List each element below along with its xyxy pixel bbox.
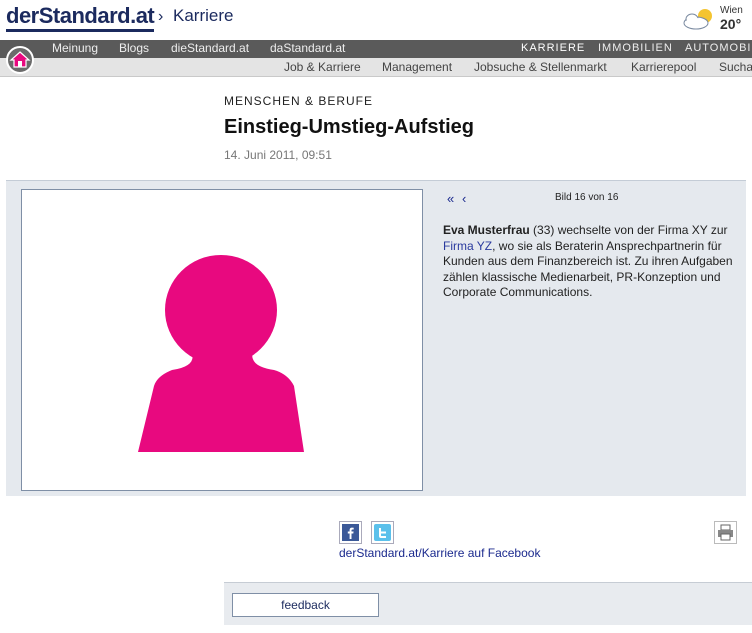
feedback-bar: feedback [224, 582, 752, 625]
gallery-caption: Eva Musterfrau (33) wechselte von der Fi… [443, 223, 738, 301]
nav-karriere[interactable]: KARRIERE [521, 42, 585, 54]
breadcrumb-karriere[interactable]: Karriere [173, 6, 233, 26]
article-title: Einstieg-Umstieg-Aufstieg [224, 116, 475, 138]
nav-immobilien[interactable]: IMMOBILIEN [598, 42, 673, 54]
subnav-karrierepool[interactable]: Karrierepool [631, 60, 696, 74]
printer-icon [718, 524, 733, 541]
site-logo[interactable]: derStandard.at [6, 4, 155, 32]
facebook-icon [342, 524, 359, 541]
caption-text-1: (33) wechselte von der Firma XY zur [529, 223, 728, 237]
gallery-counter: Bild 16 von 16 [555, 192, 619, 203]
weather-temperature: 20° [720, 16, 742, 32]
facebook-share-button[interactable] [339, 521, 362, 544]
subnav-job-karriere[interactable]: Job & Karriere [284, 60, 361, 74]
person-silhouette-icon [138, 255, 304, 452]
article-section: MENSCHEN & BERUFE [224, 94, 374, 108]
twitter-icon [374, 524, 391, 541]
article-date: 14. Juni 2011, 09:51 [224, 148, 332, 162]
secondary-nav: Job & Karriere Management Jobsuche & Ste… [0, 58, 752, 77]
nav-meinung[interactable]: Meinung [52, 41, 98, 55]
image-gallery: « ‹ Bild 16 von 16 Eva Musterfrau (33) w… [6, 180, 746, 496]
caption-link-firma-yz[interactable]: Firma YZ [443, 239, 492, 253]
breadcrumb-separator: › [158, 8, 164, 25]
home-icon [9, 51, 31, 68]
gallery-prev-button[interactable]: ‹ [462, 191, 466, 206]
weather-widget[interactable]: Wien 20° [682, 5, 752, 33]
gallery-image[interactable] [21, 189, 423, 491]
primary-nav: Meinung Blogs dieStandard.at daStandard.… [0, 40, 752, 58]
weather-city: Wien [720, 5, 743, 16]
subnav-jobsuche[interactable]: Jobsuche & Stellenmarkt [474, 60, 607, 74]
header: derStandard.at › Karriere Wien 20° [0, 0, 752, 40]
caption-name: Eva Musterfrau [443, 223, 530, 237]
nav-dastandard[interactable]: daStandard.at [270, 41, 345, 55]
print-button[interactable] [714, 521, 737, 544]
cloud-sun-icon [683, 9, 712, 30]
nav-diestandard[interactable]: dieStandard.at [171, 41, 249, 55]
subnav-suche[interactable]: Sucha [719, 60, 752, 74]
facebook-page-link[interactable]: derStandard.at/Karriere auf Facebook [339, 546, 540, 560]
nav-automobil[interactable]: AUTOMOBIL [685, 42, 752, 54]
subnav-management[interactable]: Management [382, 60, 452, 74]
nav-blogs[interactable]: Blogs [119, 41, 149, 55]
twitter-share-button[interactable] [371, 521, 394, 544]
home-button[interactable] [6, 46, 34, 74]
gallery-first-button[interactable]: « [447, 191, 454, 206]
feedback-button[interactable]: feedback [232, 593, 379, 617]
